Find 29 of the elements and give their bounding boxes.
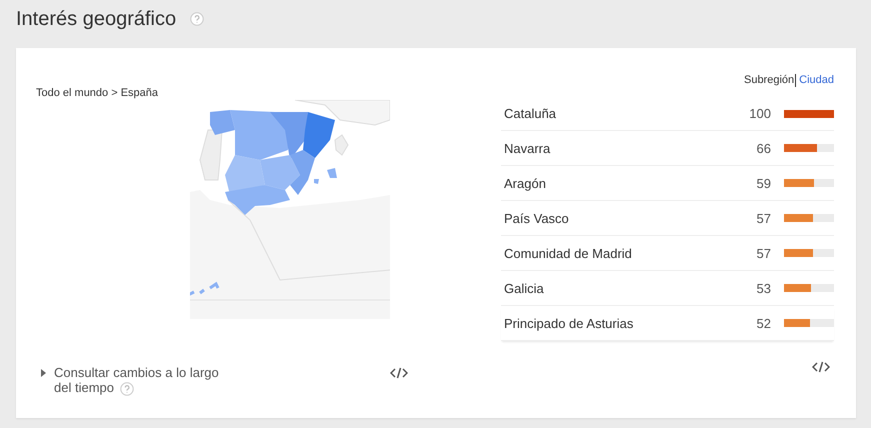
embed-code-icon[interactable] <box>812 361 830 373</box>
interest-bar <box>784 249 834 257</box>
region-name: Navarra <box>504 140 552 156</box>
interest-bar <box>784 110 834 118</box>
time-changes-toggle[interactable]: Consultar cambios a lo largo del tiempo <box>36 365 234 396</box>
breadcrumb: Todo el mundo > España <box>36 87 158 99</box>
region-name: Aragón <box>504 176 547 190</box>
region-value: 53 <box>756 280 771 296</box>
interest-bar <box>784 284 834 292</box>
interest-bar <box>784 144 834 152</box>
region-name: Comunidad de Madrid <box>504 246 633 260</box>
region-value: 57 <box>756 246 771 260</box>
caret-icon <box>41 369 47 377</box>
region-name: País Vasco <box>504 210 570 226</box>
resolution-tab[interactable]: Ciudad <box>799 74 834 86</box>
region-name: Cataluña <box>504 106 558 121</box>
region-name: Principado de Asturias <box>504 316 634 330</box>
region-value: 66 <box>756 140 771 156</box>
region-value: 59 <box>756 176 771 190</box>
region-value: 57 <box>756 210 771 226</box>
embed-code-icon[interactable] <box>390 367 408 379</box>
region-name: Galicia <box>504 280 545 296</box>
interest-bar <box>784 179 834 187</box>
interest-bar <box>784 319 834 327</box>
resolution-tab[interactable]: Subregión <box>744 74 794 86</box>
interest-bar <box>784 214 834 222</box>
region-value: 52 <box>756 316 771 330</box>
region-value: 100 <box>748 106 771 121</box>
section-title: Interés geográfico <box>16 8 176 30</box>
